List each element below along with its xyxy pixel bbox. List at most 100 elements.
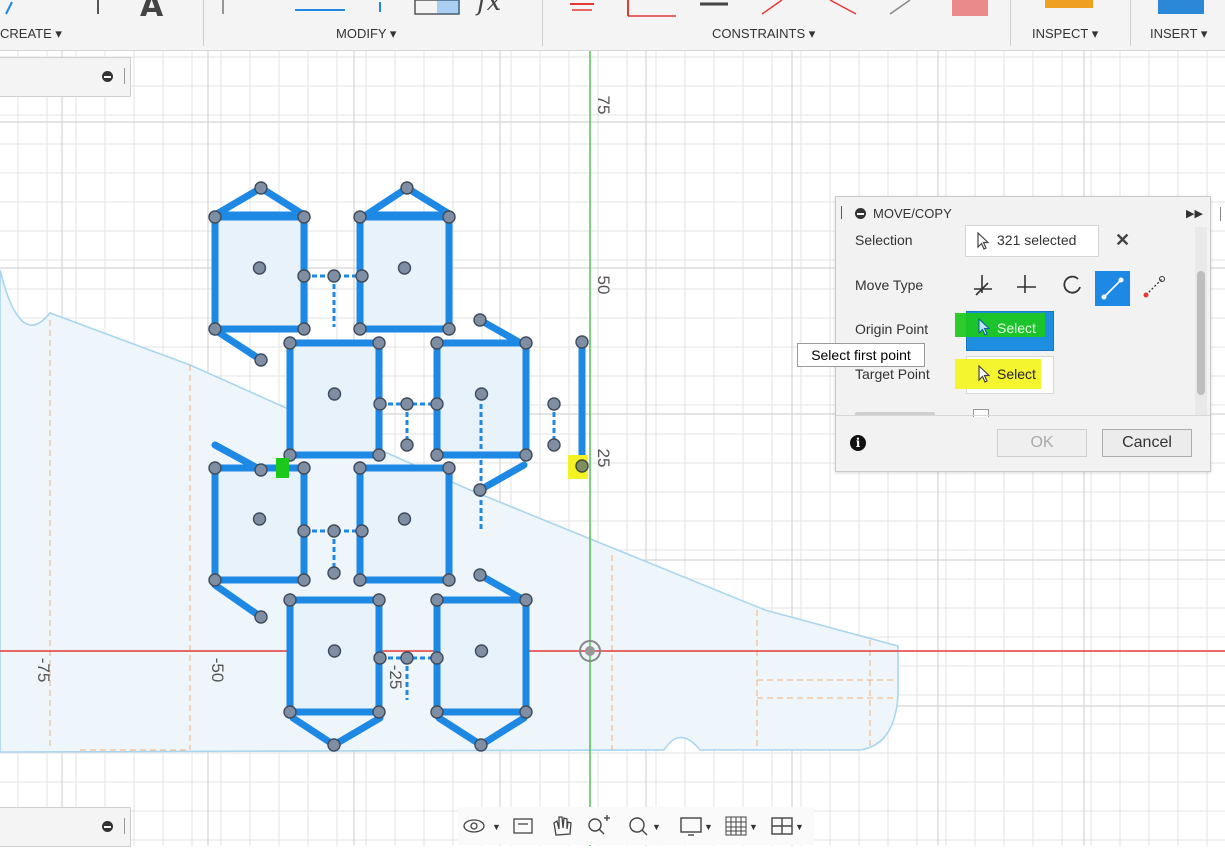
display-settings-icon: [680, 817, 702, 836]
sketch-point: [373, 651, 387, 665]
sketch-point: [297, 461, 311, 475]
origin-select-label: Select: [997, 320, 1036, 336]
target-point: [575, 459, 589, 473]
move-copy-dialog[interactable]: MOVE/COPY ▶▶ Selection 321 selected ✕ Mo…: [835, 196, 1211, 472]
move-type-label: Move Type: [855, 277, 924, 293]
panel-grip[interactable]: [124, 818, 125, 834]
zoom-icon: [588, 815, 610, 835]
sketch-point: [473, 568, 487, 582]
constraint-icons[interactable]: [560, 0, 1000, 20]
sketch-point: [283, 336, 297, 350]
create-menu[interactable]: CREATE ▾: [0, 26, 62, 42]
sketch-point: [208, 461, 222, 475]
sketch-point: [373, 397, 387, 411]
sketch-point: [547, 397, 561, 411]
svg-text:A: A: [140, 0, 164, 20]
collapse-icon[interactable]: [102, 71, 113, 82]
origin-select-button[interactable]: Select: [955, 311, 1054, 351]
axis-label: -75: [34, 658, 53, 683]
divider: [1130, 0, 1131, 46]
toolbar: A CREATE ▾ fx MODIFY ▾ CONSTRAINTS ▾ INS…: [0, 0, 1225, 51]
viewports-icon: [771, 817, 793, 835]
modify-menu[interactable]: MODIFY ▾: [336, 26, 396, 42]
divider: [542, 0, 543, 46]
navigation-bar[interactable]: ▼ ▼ ▼ ▼ ▼: [458, 807, 814, 845]
sketch-point: [208, 210, 222, 224]
ok-button[interactable]: OK: [997, 429, 1087, 457]
expand-icon[interactable]: [102, 821, 113, 832]
sketch-point: [297, 210, 311, 224]
axis-label: 75: [594, 96, 613, 115]
sketch-point: [254, 610, 268, 624]
sketch-line: [476, 461, 528, 494]
sketch-point: [355, 269, 369, 283]
sketch-point: [397, 512, 412, 526]
target-select-label: Select: [997, 366, 1036, 382]
clear-selection-icon[interactable]: ✕: [1115, 230, 1130, 251]
axis-label: 50: [594, 276, 613, 295]
sketch-point: [372, 336, 386, 350]
fit-icon: [629, 817, 648, 836]
axis-label: -25: [386, 665, 405, 690]
comments-panel[interactable]: [0, 807, 131, 847]
panel-grip[interactable]: [124, 68, 125, 84]
selection-count: 321 selected: [997, 232, 1077, 248]
collapse-dialog-icon[interactable]: [855, 208, 866, 219]
dialog-right-grip[interactable]: [1220, 207, 1221, 221]
chevron-down-icon: ▼: [795, 822, 804, 832]
constraints-menu[interactable]: CONSTRAINTS ▾: [712, 26, 815, 42]
dialog-footer-divider: [836, 415, 1210, 416]
sketch-point: [474, 738, 488, 752]
sketch-point: [474, 644, 489, 658]
sketch-point: [372, 705, 386, 719]
move-type-icons[interactable]: [970, 269, 1180, 309]
origin-point-label: Origin Point: [855, 321, 929, 337]
sketch-point: [473, 313, 487, 327]
origin-highlight: [276, 458, 289, 478]
dialog-grip[interactable]: [841, 206, 842, 219]
sketch-point: [372, 448, 386, 462]
inspect-icon[interactable]: [1045, 0, 1095, 10]
sketch-point: [474, 387, 489, 401]
info-icon[interactable]: i: [850, 435, 866, 451]
selection-field[interactable]: 321 selected: [965, 225, 1099, 257]
sketch-point: [430, 336, 444, 350]
sketch-point: [430, 397, 444, 411]
nav-icons[interactable]: ▼ ▼ ▼ ▼ ▼: [458, 807, 814, 845]
inspect-menu[interactable]: INSPECT ▾: [1032, 26, 1098, 42]
chevron-down-icon: ▼: [652, 822, 661, 832]
sketch-point: [519, 593, 533, 607]
cursor-icon: [978, 318, 991, 336]
sketch-point: [254, 463, 268, 477]
target-select-button[interactable]: Select: [955, 356, 1054, 394]
cursor-icon: [977, 232, 990, 250]
cursor-icon: [978, 365, 991, 383]
sketch-point: [400, 397, 414, 411]
modify-icons[interactable]: fx: [215, 0, 535, 20]
sketch-line: [211, 326, 265, 364]
sketch-point: [254, 353, 268, 367]
chevron-down-icon: ▼: [749, 822, 758, 832]
sketch-point: [353, 210, 367, 224]
text-icon[interactable]: A: [140, 0, 190, 20]
sketch-point: [397, 261, 412, 275]
fast-forward-icon[interactable]: ▶▶: [1186, 207, 1203, 220]
sketch-point: [297, 524, 311, 538]
browser-panel[interactable]: [0, 57, 131, 97]
sketch-point: [353, 461, 367, 475]
dialog-header[interactable]: MOVE/COPY ▶▶: [836, 197, 1210, 227]
svg-text:fx: fx: [475, 0, 502, 17]
sketch-point: [208, 322, 222, 336]
sketch-point: [372, 593, 386, 607]
insert-icon[interactable]: [1158, 0, 1208, 16]
sketch-point: [327, 269, 341, 283]
insert-menu[interactable]: INSERT ▾: [1150, 26, 1207, 42]
axis-label: 25: [594, 449, 613, 468]
sketch-point: [208, 573, 222, 587]
sketch-point: [252, 261, 267, 275]
target-point-label: Target Point: [855, 366, 930, 382]
cancel-button[interactable]: Cancel: [1102, 429, 1192, 457]
sketch-point: [327, 524, 341, 538]
sketch-line-icon[interactable]: [0, 0, 120, 22]
dialog-scrollbar[interactable]: [1195, 227, 1207, 415]
